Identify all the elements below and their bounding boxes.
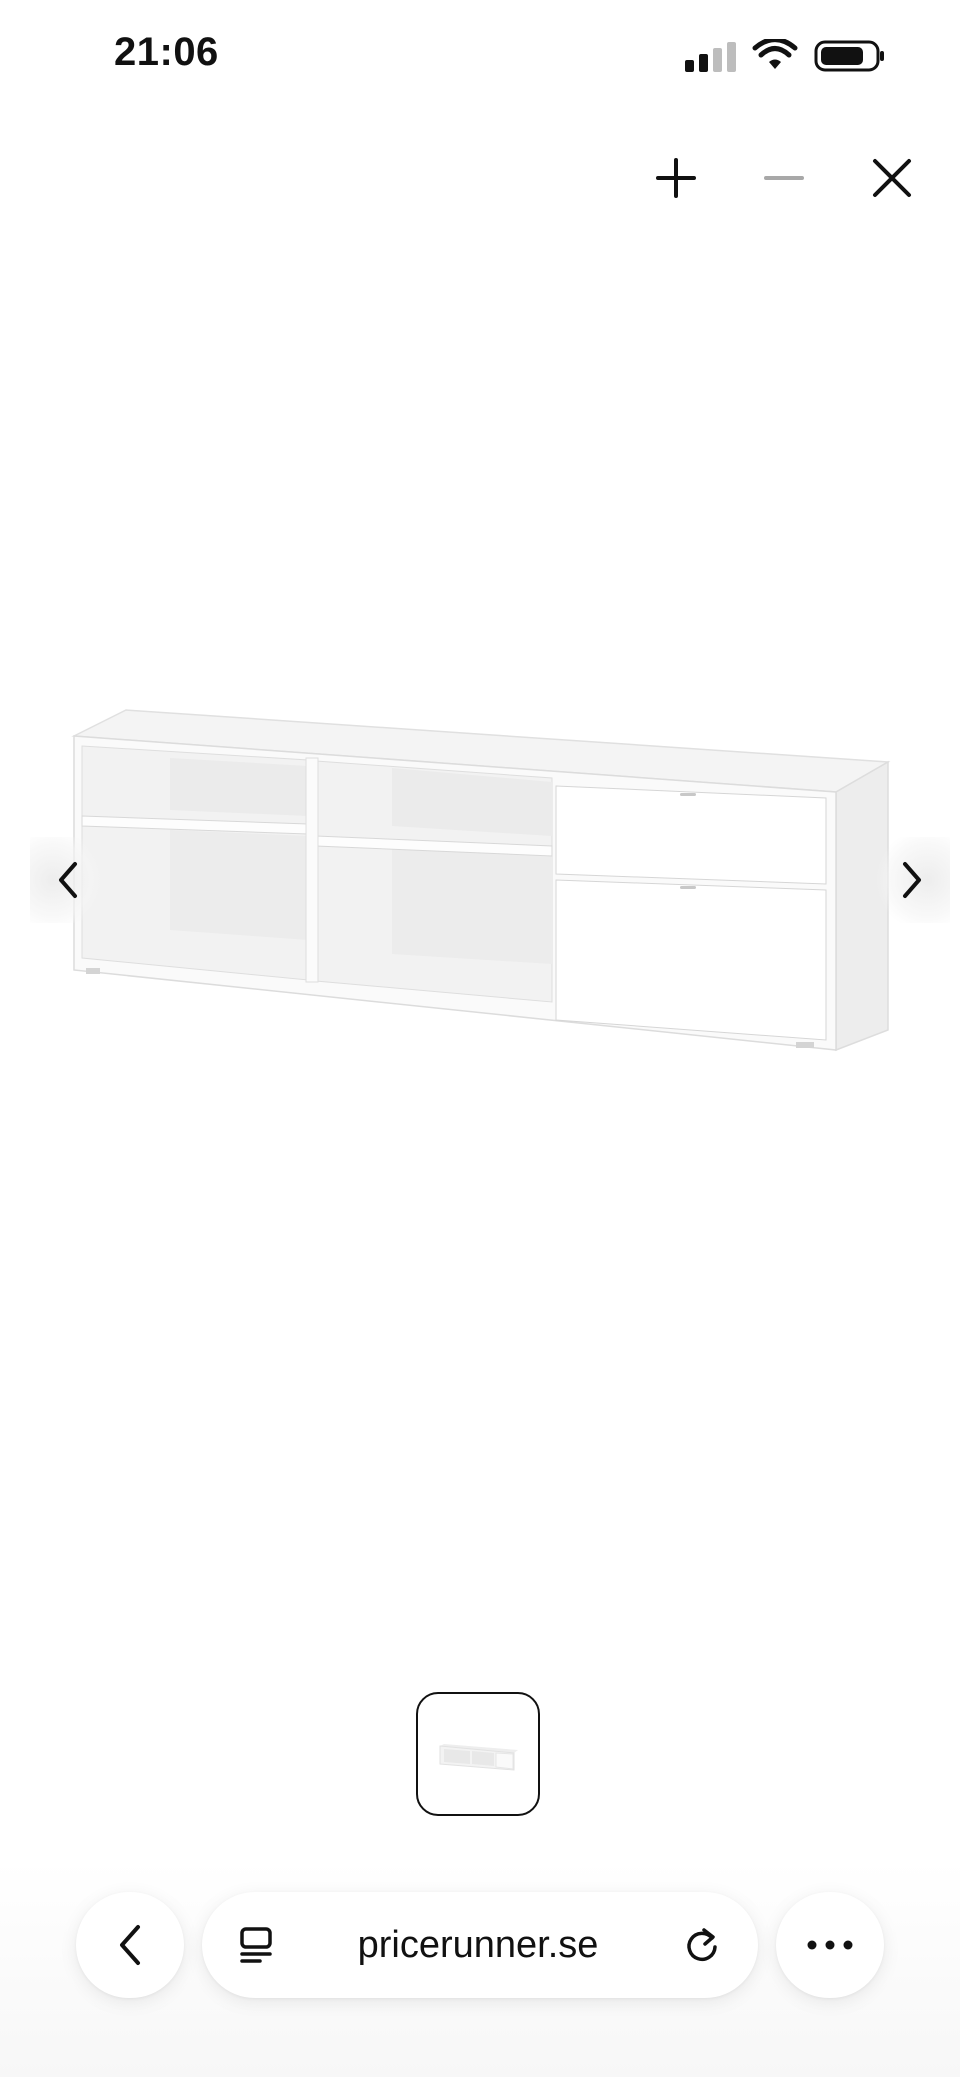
close-icon bbox=[873, 159, 911, 197]
zoom-in-icon bbox=[656, 158, 696, 198]
battery-icon bbox=[814, 40, 884, 72]
status-time: 21:06 bbox=[114, 30, 219, 74]
zoom-in-button[interactable] bbox=[648, 150, 704, 206]
image-stage bbox=[0, 640, 960, 1100]
back-icon bbox=[120, 1925, 140, 1965]
status-icons bbox=[685, 36, 886, 76]
zoom-out-button[interactable] bbox=[756, 150, 812, 206]
back-button[interactable] bbox=[76, 1892, 184, 1998]
viewer-toolbar bbox=[648, 150, 920, 206]
close-button[interactable] bbox=[864, 150, 920, 206]
chevron-right-icon bbox=[903, 862, 921, 898]
cellular-signal-icon bbox=[685, 40, 736, 72]
next-image-button[interactable] bbox=[874, 837, 950, 923]
browser-bar: pricerunner.se bbox=[0, 1860, 960, 2077]
reload-icon[interactable] bbox=[682, 1925, 722, 1965]
thumbnail-selected[interactable] bbox=[416, 1692, 540, 1816]
address-bar[interactable]: pricerunner.se bbox=[202, 1892, 758, 1998]
url-text[interactable]: pricerunner.se bbox=[358, 1924, 599, 1967]
tabs-icon[interactable] bbox=[238, 1925, 274, 1965]
chevron-left-icon bbox=[59, 862, 77, 898]
zoom-out-icon bbox=[764, 176, 804, 180]
thumbnail-image bbox=[439, 1744, 518, 1771]
more-icon bbox=[807, 1940, 853, 1950]
more-button[interactable] bbox=[776, 1892, 884, 1998]
status-bar: 21:06 bbox=[0, 0, 960, 110]
product-image[interactable] bbox=[0, 640, 960, 1100]
wifi-icon bbox=[752, 39, 798, 69]
previous-image-button[interactable] bbox=[30, 837, 106, 923]
